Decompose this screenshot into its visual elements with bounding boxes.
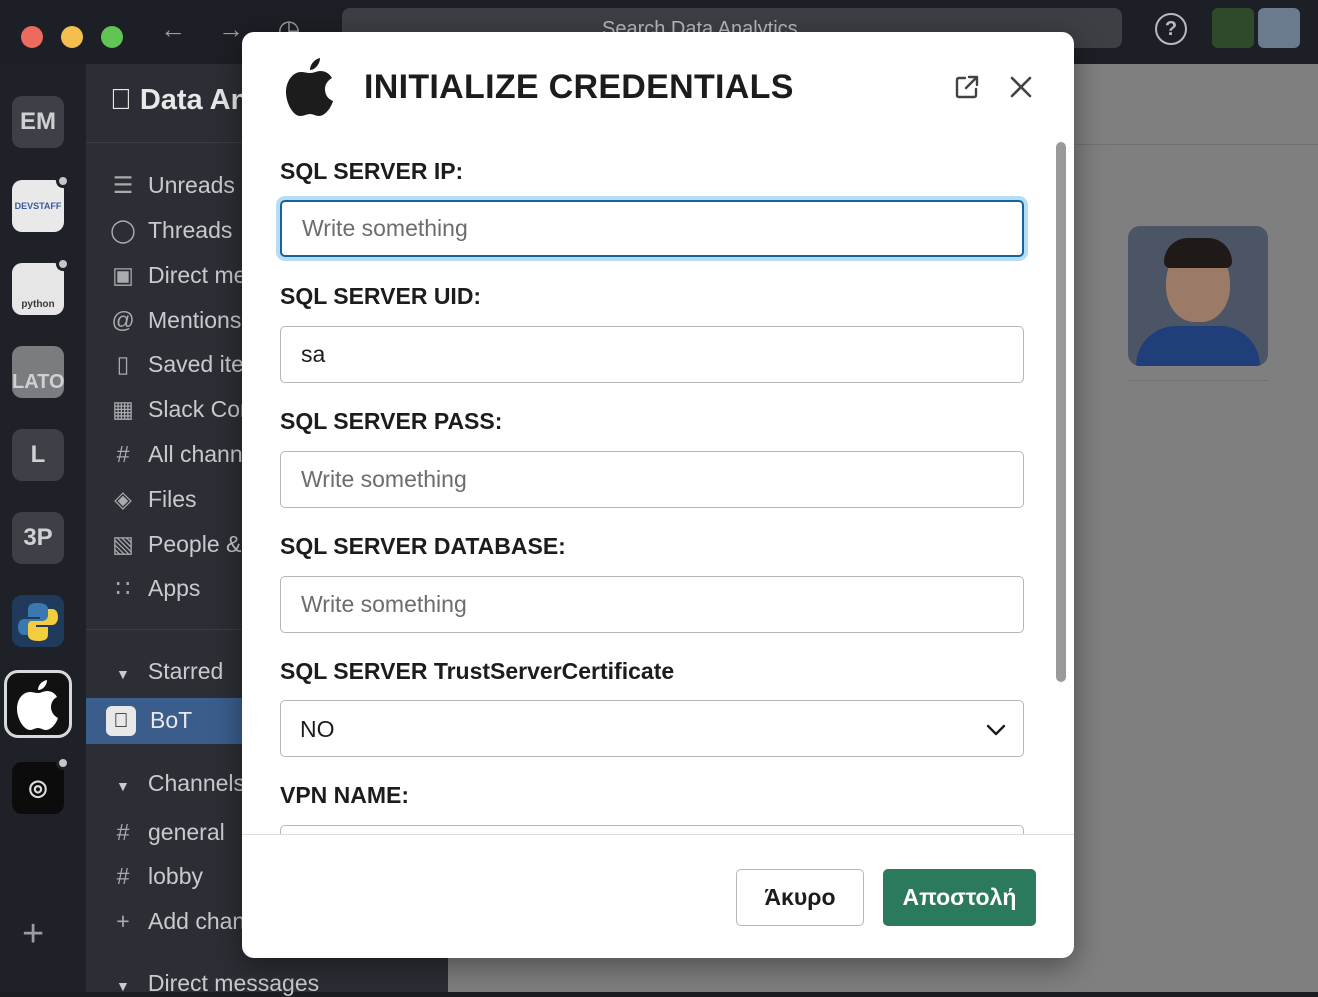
sql-ip-label: SQL SERVER IP: <box>280 158 464 184</box>
workspace-python[interactable]: python <box>12 257 70 315</box>
apps-icon: ∷ <box>115 575 131 601</box>
section-direct-messages[interactable]: ▼ Direct messages <box>116 970 319 997</box>
trust-cert-select[interactable]: NO <box>280 700 1024 757</box>
caret-down-icon: ▼ <box>116 666 130 682</box>
caret-down-icon: ▼ <box>116 778 130 794</box>
workspace-devstaff-label: DEVSTAFF <box>14 201 62 211</box>
building-icon: ▦ <box>112 396 134 422</box>
direct-messages-icon: ▣ <box>112 262 134 288</box>
divider <box>1128 380 1268 381</box>
threads-icon: ◯ <box>110 217 136 243</box>
people-icon: ▧ <box>112 531 134 557</box>
modal-body: SQL SERVER IP: SQL SERVER UID: SQL SERVE… <box>242 138 1074 834</box>
apple-logo-icon <box>17 680 58 730</box>
user-avatar[interactable] <box>1258 8 1300 48</box>
credentials-modal: INITIALIZE CREDENTIALS SQL SERVER IP: SQ… <box>242 32 1074 958</box>
sidebar-item-apps[interactable]: ∷ Apps <box>108 575 201 602</box>
notification-dot <box>56 257 70 271</box>
camera-icon: ◎ <box>28 775 48 800</box>
sidebar-item-threads[interactable]: ◯ Threads <box>108 217 232 244</box>
status-palm-icon[interactable] <box>1212 8 1254 48</box>
trust-cert-value: NO <box>300 716 335 742</box>
workspace-em[interactable]: EM <box>12 96 64 148</box>
workspace-python-label: python <box>21 299 55 310</box>
vpn-name-input[interactable] <box>280 825 1024 834</box>
help-icon[interactable]: ? <box>1155 13 1187 45</box>
notification-dot <box>56 174 70 188</box>
close-icon[interactable] <box>1006 72 1036 102</box>
mentions-icon: @ <box>111 307 135 333</box>
trust-cert-label: SQL SERVER TrustServerCertificate <box>280 658 675 684</box>
channels-icon: # <box>116 441 130 467</box>
modal-scrollbar[interactable] <box>1056 142 1066 682</box>
sidebar-item-unreads[interactable]: ☰ Unreads <box>108 172 235 199</box>
chevron-down-icon <box>986 724 1006 736</box>
zoom-window-button[interactable] <box>101 26 123 48</box>
forward-arrow-icon[interactable]: → <box>216 14 246 44</box>
profile-photo <box>1128 226 1268 366</box>
minimize-window-button[interactable] <box>61 26 83 48</box>
workspace-devstaff[interactable]: DEVSTAFF <box>12 174 70 232</box>
hash-icon: # <box>116 819 130 845</box>
sql-pass-input[interactable] <box>280 451 1024 508</box>
section-starred[interactable]: ▼ Starred <box>116 658 223 685</box>
sql-pass-label: SQL SERVER PASS: <box>280 408 503 434</box>
channel-lobby[interactable]: # lobby <box>108 863 203 890</box>
apple-logo-icon <box>286 58 333 116</box>
workspace-3p[interactable]: 3P <box>12 512 64 564</box>
open-external-icon[interactable] <box>952 72 982 102</box>
cancel-button[interactable]: Άκυρο <box>736 869 864 926</box>
footer-divider <box>242 834 1074 835</box>
unreads-icon: ☰ <box>112 172 134 198</box>
workspace-lato[interactable]: LATO <box>12 346 65 398</box>
channel-general[interactable]: # general <box>108 819 225 846</box>
photo-suit <box>1136 326 1260 366</box>
photo-hair <box>1164 238 1232 268</box>
notification-dot <box>56 756 70 770</box>
hash-icon: # <box>116 863 130 889</box>
sql-ip-input[interactable] <box>280 200 1024 257</box>
workspace-python-logo[interactable] <box>12 595 64 647</box>
section-channels[interactable]: ▼ Channels <box>116 770 245 797</box>
add-workspace-icon[interactable]: + <box>22 914 44 954</box>
python-logo-icon <box>18 603 58 641</box>
sql-uid-input[interactable] <box>280 326 1024 383</box>
vpn-name-label: VPN NAME: <box>280 782 410 808</box>
saved-icon: ▯ <box>116 351 130 377</box>
sql-uid-label: SQL SERVER UID: <box>280 283 482 309</box>
files-icon: ◈ <box>114 486 132 512</box>
workspace-rail: EM DEVSTAFF python LATO L 3P ◎ + <box>0 64 86 992</box>
sql-database-label: SQL SERVER DATABASE: <box>280 533 566 559</box>
modal-title: INITIALIZE CREDENTIALS <box>364 68 794 106</box>
workspace-l[interactable]: L <box>12 429 64 481</box>
back-arrow-icon[interactable]: ← <box>158 14 188 44</box>
workspace-data-analytics[interactable] <box>4 670 72 738</box>
workspace-dark[interactable]: ◎ <box>12 756 70 814</box>
close-window-button[interactable] <box>21 26 43 48</box>
apple-logo-icon:  <box>106 706 136 736</box>
submit-button[interactable]: Αποστολή <box>883 869 1036 926</box>
plus-icon: + <box>116 908 130 934</box>
sidebar-item-files[interactable]: ◈ Files <box>108 486 196 513</box>
apple-logo-icon:  <box>110 84 132 116</box>
sql-database-input[interactable] <box>280 576 1024 633</box>
